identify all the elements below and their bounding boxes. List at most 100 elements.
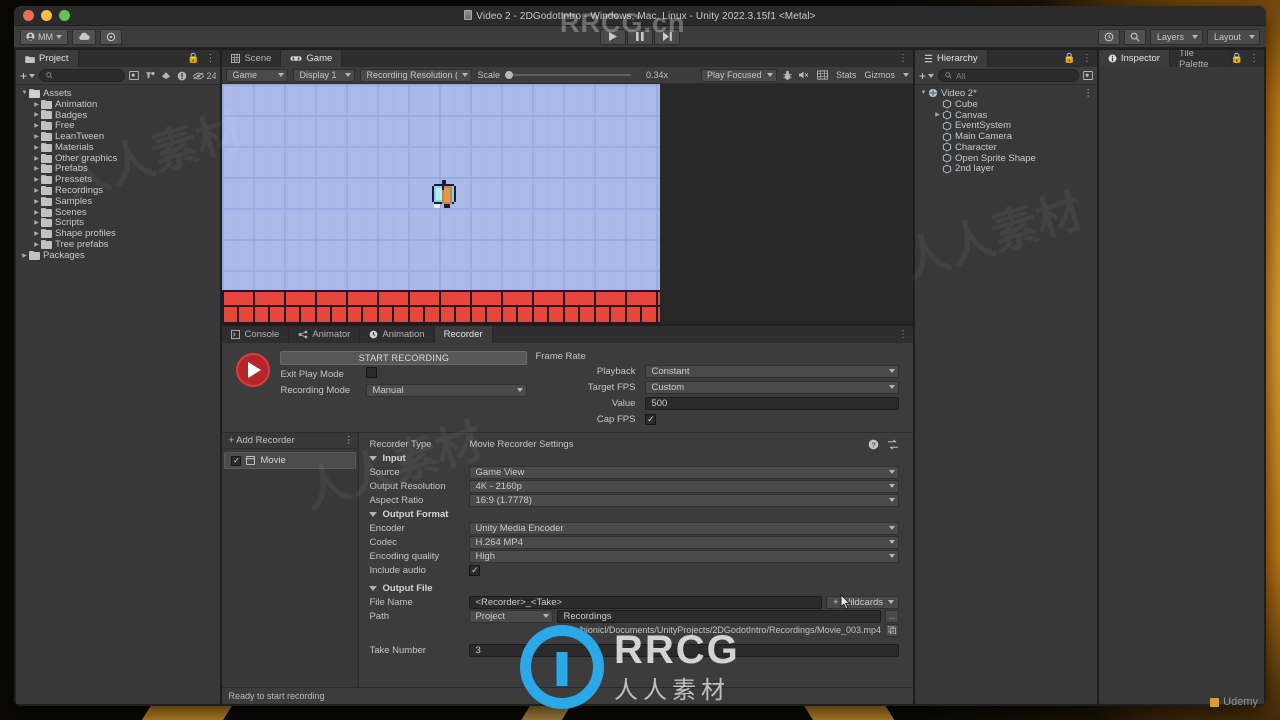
include-audio-checkbox[interactable]: ✓ (469, 564, 481, 576)
layout-dropdown[interactable]: Layout (1206, 28, 1260, 45)
account-button[interactable]: MM (20, 28, 68, 45)
encoder-dropdown[interactable]: Unity Media Encoder (469, 521, 900, 535)
resolution-dropdown[interactable]: Recording Resolution (38 (360, 68, 473, 82)
tab-animator[interactable]: Animator (289, 326, 361, 343)
help-icon[interactable]: ? (868, 439, 879, 450)
chevron-right-icon[interactable]: ▶ (933, 111, 942, 118)
project-tree-item[interactable]: ▶ Pressets (16, 174, 220, 185)
chevron-right-icon[interactable]: ▶ (32, 209, 41, 216)
project-tree-item[interactable]: ▶ Materials (16, 142, 220, 153)
settings-button[interactable] (100, 28, 122, 45)
lock-icon[interactable]: 🔒 (1231, 53, 1243, 64)
target-fps-dropdown[interactable]: Custom (645, 380, 900, 394)
tab-inspector[interactable]: Inspector (1098, 50, 1170, 67)
cap-fps-checkbox[interactable]: ✓ (645, 413, 657, 425)
chevron-right-icon[interactable]: ▶ (32, 230, 41, 237)
output-file-section-header[interactable]: Output File (369, 581, 899, 595)
stats-button[interactable]: Stats (836, 70, 857, 80)
input-section-header[interactable]: Input (369, 451, 899, 465)
hierarchy-item[interactable]: 2nd layer (915, 163, 1097, 174)
project-tree-item[interactable]: ▼ Assets (16, 88, 220, 99)
filter-label-icon[interactable] (161, 71, 171, 80)
hierarchy-item[interactable]: Cube (915, 99, 1097, 110)
tab-game[interactable]: Game (281, 50, 343, 67)
hierarchy-search-input[interactable]: All (938, 69, 1079, 82)
path-folder-input[interactable]: Recordings (557, 609, 882, 623)
cloud-button[interactable] (72, 28, 96, 45)
tab-recorder[interactable]: Recorder (434, 326, 493, 343)
project-tree-item[interactable]: ▶ Samples (16, 196, 220, 207)
hierarchy-item[interactable]: Main Camera (915, 131, 1097, 142)
pause-button[interactable] (627, 28, 653, 45)
scale-slider-handle[interactable] (504, 71, 513, 79)
chevron-right-icon[interactable]: ▶ (32, 219, 41, 226)
chevron-right-icon[interactable]: ▶ (32, 101, 41, 108)
project-tree-item[interactable]: ▶ Badges (16, 110, 220, 121)
lock-icon[interactable]: 🔒 (1063, 53, 1075, 64)
hierarchy-item[interactable]: ▶ Canvas (915, 110, 1097, 121)
project-tree-item[interactable]: ▶ Animation (16, 99, 220, 110)
chevron-right-icon[interactable]: ▶ (20, 252, 29, 259)
chevron-down-icon[interactable]: ▼ (20, 90, 29, 96)
copy-path-button[interactable] (885, 623, 900, 637)
exit-play-mode-checkbox[interactable] (366, 367, 378, 378)
tab-console[interactable]: Console (222, 326, 290, 343)
chevron-right-icon[interactable]: ▶ (32, 187, 41, 194)
aspect-ratio-dropdown[interactable]: 16:9 (1.7778) (469, 493, 900, 507)
chevron-right-icon[interactable]: ▶ (32, 133, 41, 140)
chevron-right-icon[interactable]: ▶ (32, 111, 41, 118)
tab-hierarchy[interactable]: Hierarchy (915, 50, 988, 67)
game-canvas[interactable] (222, 84, 661, 324)
project-tree-item[interactable]: ▶ Free (16, 120, 220, 131)
browse-path-button[interactable]: ... (885, 609, 900, 623)
hidden-items-badge[interactable]: 24 (193, 71, 216, 81)
record-button[interactable] (236, 353, 271, 387)
project-tree-item[interactable]: ▶ LeanTween (16, 131, 220, 142)
display-dropdown[interactable]: Display 1 (293, 68, 356, 82)
hierarchy-item[interactable]: EventSystem (915, 120, 1097, 131)
recording-mode-dropdown[interactable]: Manual (366, 383, 528, 397)
maximize-window-button[interactable] (59, 10, 70, 21)
project-tree-item[interactable]: ▶ Recordings (16, 185, 220, 196)
undo-history-button[interactable] (1097, 28, 1120, 45)
chevron-right-icon[interactable]: ▶ (32, 144, 41, 151)
hierarchy-item[interactable]: Open Sprite Shape (915, 153, 1097, 164)
playback-dropdown[interactable]: Constant (645, 364, 900, 378)
step-button[interactable] (654, 28, 680, 45)
project-tree-item[interactable]: ▶ Prefabs (16, 163, 220, 174)
layers-dropdown[interactable]: Layers (1149, 28, 1203, 45)
project-add-button[interactable]: + (20, 69, 36, 83)
hierarchy-item[interactable]: Character (915, 142, 1097, 153)
filter-type-icon[interactable] (145, 71, 155, 80)
search-button[interactable] (1123, 28, 1146, 45)
preset-icon[interactable] (887, 439, 899, 450)
chevron-right-icon[interactable]: ▶ (32, 165, 41, 172)
scale-slider-track[interactable] (512, 74, 631, 76)
tab-tile-palette[interactable]: Tile Palette (1170, 50, 1231, 70)
take-number-input[interactable]: 3 (469, 643, 900, 657)
hierarchy-add-button[interactable]: + (919, 69, 935, 83)
start-recording-button[interactable]: START RECORDING (280, 351, 528, 365)
chevron-down-icon[interactable] (903, 73, 910, 77)
chevron-right-icon[interactable]: ▶ (32, 176, 41, 183)
playmode-focus-dropdown[interactable]: Play Focused (701, 68, 777, 82)
tab-scene[interactable]: Scene (222, 50, 282, 67)
warning-count-icon[interactable] (177, 71, 187, 81)
bug-icon[interactable] (782, 70, 793, 81)
tab-project[interactable]: Project (16, 50, 79, 67)
game-viewmode-dropdown[interactable]: Game (226, 68, 289, 82)
output-format-section-header[interactable]: Output Format (369, 507, 899, 521)
play-button[interactable] (600, 28, 626, 45)
project-tree-item[interactable]: ▶ Packages (16, 250, 220, 261)
chevron-down-icon[interactable]: ▼ (919, 90, 928, 96)
file-name-input[interactable]: <Recorder>_<Take> (469, 595, 823, 609)
recorder-list-item-movie[interactable]: ✓ Movie (224, 452, 357, 469)
fps-value-input[interactable]: 500 (645, 396, 900, 410)
path-root-dropdown[interactable]: Project (469, 609, 554, 623)
hierarchy-item[interactable]: ▼ Video 2* ⋮ (915, 88, 1097, 99)
project-search-input[interactable] (39, 69, 126, 82)
minimize-window-button[interactable] (41, 10, 52, 21)
add-recorder-button[interactable]: + Add Recorder ⋮ (222, 433, 359, 449)
project-tree-item[interactable]: ▶ Scripts (16, 217, 220, 228)
project-tree-item[interactable]: ▶ Tree prefabs (16, 239, 220, 250)
